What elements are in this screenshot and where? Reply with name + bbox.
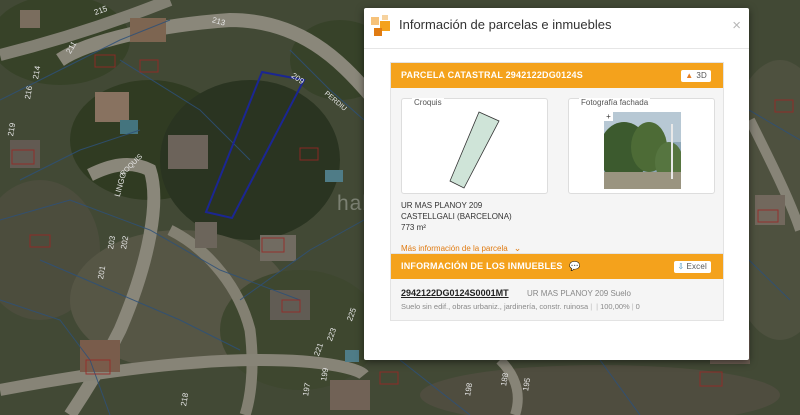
facade-photo-box[interactable]: Fotografía fachada + xyxy=(568,98,715,194)
property-count: 0 xyxy=(635,302,640,311)
facade-photo-label: Fotografía fachada xyxy=(579,98,651,107)
properties-header: INFORMACIÓN DE LOS INMUEBLES 💬 ⇩ Excel xyxy=(391,254,723,279)
more-info-label: Más información de la parcela xyxy=(401,244,508,253)
parcel-panel: PARCELA CATASTRAL 2942122DG0124S ▲ 3D Cro… xyxy=(390,62,724,257)
property-description: Suelo sin edif., obras urbaniz., jardine… xyxy=(401,302,640,311)
separator: | xyxy=(590,302,593,311)
facade-photo-image xyxy=(604,112,681,189)
properties-header-label: INFORMACIÓN DE LOS INMUEBLES xyxy=(401,261,563,271)
croquis-label: Croquis xyxy=(412,98,444,107)
address-line-2: CASTELLGALI (BARCELONA) xyxy=(401,212,512,221)
property-address: UR MAS PLANOY 209 Suelo xyxy=(527,289,631,298)
property-row[interactable]: 2942122DG0124S0001MT UR MAS PLANOY 209 S… xyxy=(391,284,723,320)
parcel-area: 773 m² xyxy=(401,223,426,232)
property-pct: 100,00% xyxy=(600,302,630,311)
dialog-title: Información de parcelas e inmuebles xyxy=(399,17,612,32)
parcel-info-dialog: Información de parcelas e inmuebles × PA… xyxy=(364,8,749,360)
address-line-1: UR MAS PLANOY 209 xyxy=(401,201,483,210)
download-icon: ⇩ xyxy=(677,262,685,271)
cube-icon: ▲ xyxy=(685,71,694,80)
catastro-logo-icon xyxy=(371,15,390,36)
expand-photo-icon[interactable]: + xyxy=(604,112,613,121)
properties-panel: INFORMACIÓN DE LOS INMUEBLES 💬 ⇩ Excel 29… xyxy=(390,253,724,321)
chevron-down-icon: ⌄ xyxy=(513,243,522,253)
property-ref-link[interactable]: 2942122DG0124S0001MT xyxy=(401,288,509,298)
comment-icon: 💬 xyxy=(569,261,581,271)
parcel-sketch xyxy=(449,111,500,189)
separator: | xyxy=(631,302,634,311)
excel-export-button[interactable]: ⇩ Excel xyxy=(673,261,711,273)
parcel-header-label: PARCELA CATASTRAL 2942122DG0124S xyxy=(401,70,583,80)
separator: | xyxy=(596,302,599,311)
close-icon[interactable]: × xyxy=(732,17,741,34)
dialog-header: Información de parcelas e inmuebles × xyxy=(364,8,749,49)
facade-photo[interactable]: + xyxy=(604,112,681,189)
croquis-box[interactable]: Croquis xyxy=(401,98,548,194)
property-use: Suelo sin edif., obras urbaniz., jardine… xyxy=(401,302,589,311)
parcel-address: UR MAS PLANOY 209 CASTELLGALI (BARCELONA… xyxy=(401,200,512,233)
excel-label: Excel xyxy=(686,262,707,271)
parcel-header: PARCELA CATASTRAL 2942122DG0124S ▲ 3D xyxy=(391,63,723,88)
view-3d-button[interactable]: ▲ 3D xyxy=(681,70,711,82)
view-3d-label: 3D xyxy=(696,71,707,80)
